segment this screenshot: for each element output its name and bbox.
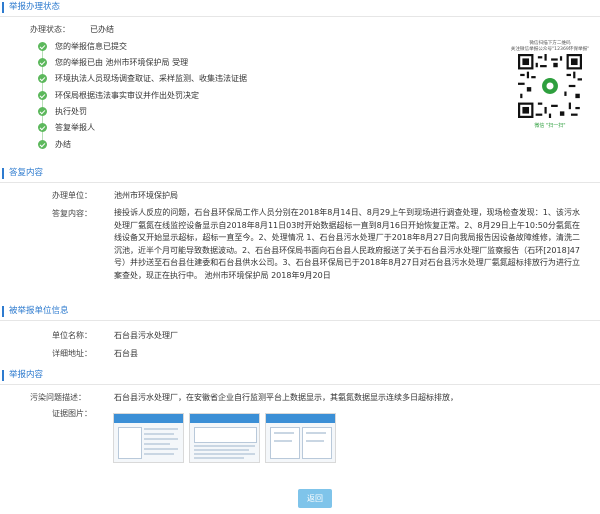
pollution-description-label: 污染问题描述： [30, 393, 86, 402]
check-icon [38, 123, 47, 132]
status-label: 办理状态： [30, 25, 70, 34]
section-marker [2, 2, 4, 13]
check-icon [38, 107, 47, 116]
reply-content-label: 答复内容： [52, 209, 92, 218]
check-icon [38, 91, 47, 100]
unit-name-value: 石台县污水处理厂 [114, 331, 178, 340]
evidence-image-thumbnail[interactable] [113, 413, 184, 463]
reported-unit-section-title: 被举报单位信息 [9, 306, 69, 316]
reply-content-text: 接投诉人反应的问题，石台县环保局工作人员分别在2018年8月14日、8月29上午… [114, 208, 580, 280]
handling-unit-label: 办理单位： [52, 191, 92, 200]
reply-section-title: 答复内容 [9, 168, 44, 178]
address-value: 石台县 [114, 349, 138, 358]
section-marker [2, 306, 4, 317]
address-label: 详细地址： [52, 349, 92, 358]
pollution-description-value: 石台县污水处理厂，在安徽省企业自行监测平台上数据显示，其氨氮数据显示连续多日超标… [114, 393, 458, 402]
section-marker [2, 370, 4, 381]
check-icon [38, 42, 47, 51]
section-marker [2, 168, 4, 179]
check-icon [38, 58, 47, 67]
reply-section-header: 答复内容 [0, 166, 600, 183]
status-section-header: 举报办理状态 [0, 0, 600, 17]
evidence-image-thumbnail[interactable] [265, 413, 336, 463]
qr-caption-mid: 关注微信举报公众号"12369环保举报" [510, 47, 590, 52]
qr-caption-bottom: 微信 "扫一扫" [534, 123, 566, 129]
handling-unit-value: 池州市环境保护局 [114, 191, 178, 200]
status-value: 已办结 [90, 25, 114, 34]
evidence-image-thumbnail[interactable] [189, 413, 260, 463]
reported-unit-section-header: 被举报单位信息 [0, 304, 600, 321]
report-content-section-header: 举报内容 [0, 368, 600, 385]
report-content-section-title: 举报内容 [9, 370, 44, 380]
status-section-title: 举报办理状态 [9, 2, 61, 12]
check-icon [38, 74, 47, 83]
check-icon [38, 140, 47, 149]
qr-code-image [518, 54, 582, 118]
back-button[interactable]: 返回 [298, 489, 332, 508]
evidence-images-label: 证据图片： [52, 409, 92, 418]
unit-name-label: 单位名称： [52, 331, 92, 340]
